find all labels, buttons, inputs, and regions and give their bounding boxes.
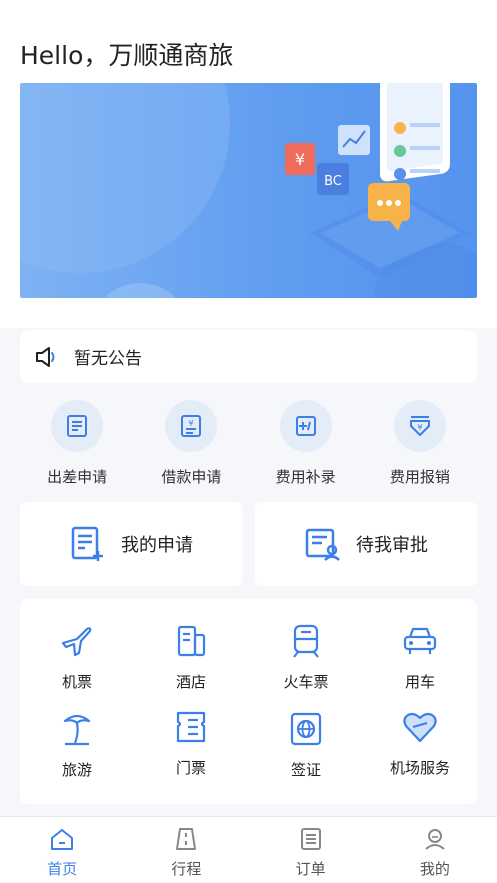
service-airport[interactable]: 机场服务 (363, 707, 477, 778)
service-visa[interactable]: 签证 (249, 709, 363, 780)
service-car[interactable]: 用车 (363, 621, 477, 692)
svg-text:¥: ¥ (295, 150, 305, 169)
tab-label: 我的 (419, 860, 450, 878)
road-icon (176, 828, 197, 850)
quick-action-icon-bg (51, 400, 104, 452)
user-icon (425, 829, 445, 850)
greeting-title: Hello，万顺通商旅 (20, 41, 234, 70)
tab-label: 首页 (47, 860, 78, 878)
speaker-icon (36, 346, 55, 367)
my-requests-label: 我的申请 (121, 535, 193, 556)
quick-action-label: 费用报销 (389, 468, 450, 486)
plane-icon (61, 627, 92, 657)
list-icon (300, 828, 321, 850)
service-tickets[interactable]: 门票 (134, 707, 248, 778)
service-travel[interactable]: 旅游 (20, 709, 134, 780)
service-label: 门票 (175, 759, 206, 777)
service-flight[interactable]: 机票 (20, 621, 134, 692)
service-label: 机票 (61, 673, 92, 691)
service-label: 酒店 (175, 673, 206, 691)
quick-action-label: 出差申请 (47, 468, 108, 486)
quick-action-label: 费用补录 (275, 468, 336, 486)
pending-approval-label: 待我审批 (356, 535, 428, 556)
tab-profile[interactable]: 我的 (373, 817, 497, 883)
service-label: 旅游 (61, 761, 92, 779)
quick-action-loan-request[interactable]: ¥ 借款申请 (134, 400, 248, 490)
pending-approval-card[interactable]: 待我审批 (255, 502, 477, 586)
tab-label: 订单 (295, 860, 326, 878)
heart-icon (403, 712, 437, 743)
announcement-bar[interactable]: 暂无公告 (20, 330, 477, 383)
svg-text:¥: ¥ (189, 419, 194, 428)
status-bar (0, 0, 497, 24)
yen-bill-icon: ¥ (181, 415, 202, 437)
announcement-text: 暂无公告 (74, 349, 142, 369)
quick-action-reimbursement[interactable]: ¥ 费用报销 (363, 400, 477, 490)
svg-text:BC: BC (324, 174, 342, 189)
quick-action-icon-bg: ¥ (165, 400, 218, 452)
visa-icon (290, 712, 322, 746)
home-icon (51, 829, 74, 850)
service-label: 火车票 (283, 673, 329, 691)
svg-text:¥: ¥ (417, 423, 422, 432)
quick-action-icon-bg (279, 400, 332, 452)
ticket-icon (176, 711, 206, 743)
tab-label: 行程 (171, 860, 202, 878)
palm-tree-icon (63, 714, 91, 746)
approval-icon (305, 528, 340, 561)
add-document-icon (71, 526, 103, 561)
quick-action-icon-bg: ¥ (393, 400, 446, 452)
quick-action-expense-entry[interactable]: 费用补录 (249, 400, 363, 490)
quick-action-trip-request[interactable]: 出差申请 (20, 400, 134, 490)
request-cards: 我的申请 待我审批 (20, 502, 477, 586)
travel-services: 机票 酒店 火车票 用车 旅游 门票 签证 机场服务 (20, 599, 477, 804)
reimburse-icon: ¥ (409, 416, 430, 436)
promo-banner[interactable]: ¥ BC (20, 83, 477, 298)
document-icon (67, 415, 88, 437)
car-icon (403, 627, 437, 654)
hotel-icon (177, 625, 206, 657)
service-label: 机场服务 (389, 759, 450, 777)
service-hotel[interactable]: 酒店 (134, 621, 248, 692)
my-requests-card[interactable]: 我的申请 (20, 502, 242, 586)
service-label: 用车 (404, 673, 435, 691)
bottom-tab-bar: 首页 行程 订单 我的 (0, 816, 497, 883)
add-entry-icon (295, 416, 316, 436)
tab-itinerary[interactable]: 行程 (124, 817, 248, 883)
banner-illustration: ¥ BC (20, 83, 477, 298)
tab-home[interactable]: 首页 (0, 817, 124, 883)
tab-orders[interactable]: 订单 (249, 817, 373, 883)
quick-action-label: 借款申请 (161, 468, 222, 486)
train-icon (293, 624, 319, 658)
service-train[interactable]: 火车票 (249, 621, 363, 692)
service-label: 签证 (290, 761, 321, 779)
quick-actions: 出差申请 ¥ 借款申请 费用补录 ¥ 费用报销 (20, 400, 477, 490)
